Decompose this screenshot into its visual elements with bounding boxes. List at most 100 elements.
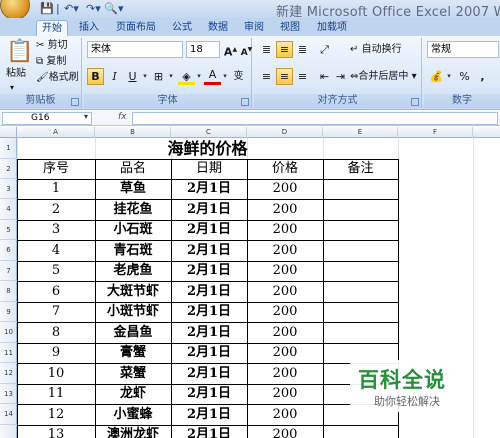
cell-date[interactable]: 2月1日 (171, 302, 247, 322)
cell-name[interactable]: 老虎鱼 (95, 261, 171, 281)
cell-index[interactable]: 10 (17, 363, 95, 384)
print-preview-icon[interactable]: 🔍 (104, 2, 118, 16)
cell-date[interactable]: 2月1日 (171, 179, 247, 199)
alignment-launcher-icon[interactable] (411, 98, 419, 106)
cell-note[interactable] (323, 199, 398, 220)
format-painter-button[interactable]: 🖌格式刷 (36, 70, 79, 86)
cell-name[interactable]: 大斑节虾 (95, 281, 171, 302)
align-bottom-icon[interactable]: ≣ (294, 41, 311, 58)
row-header-item[interactable]: 9 (0, 302, 17, 322)
align-center-icon[interactable]: ≡ (276, 68, 293, 85)
tab-page-layout[interactable]: 页面布局 (110, 20, 162, 36)
header-cell-index[interactable]: 序号 (17, 159, 95, 179)
cell-note[interactable] (323, 425, 398, 438)
tab-insert[interactable]: 插入 (74, 20, 104, 36)
currency-dropdown-icon[interactable]: ▾ (445, 68, 453, 85)
cell-name[interactable]: 龙虾 (95, 384, 171, 404)
cell-price[interactable]: 200 (247, 240, 323, 261)
cell-name[interactable]: 小石斑 (95, 220, 171, 240)
customize-toolbar-icon[interactable]: ▾ (118, 2, 124, 16)
header-cell-note[interactable]: 备注 (323, 159, 398, 179)
column-header-b[interactable]: B (95, 127, 171, 138)
align-right-icon[interactable]: ≡ (294, 68, 311, 85)
cell-index[interactable]: 7 (17, 302, 95, 322)
font-size-select[interactable]: 18 (186, 41, 220, 58)
font-name-select[interactable]: 宋体 (87, 41, 183, 58)
row-header-item[interactable]: 8 (0, 281, 17, 302)
cell-note[interactable] (323, 240, 398, 261)
align-left-icon[interactable]: ≡ (258, 68, 275, 85)
header-cell-date[interactable]: 日期 (171, 159, 247, 179)
undo-icon[interactable]: ↶▾ (64, 2, 79, 16)
cell-note[interactable] (323, 261, 398, 281)
select-all-corner[interactable] (0, 127, 17, 138)
cell-date[interactable]: 2月1日 (171, 404, 247, 425)
cell-index[interactable]: 1 (17, 179, 95, 199)
row-header-item[interactable]: 12 (0, 363, 17, 384)
bold-button[interactable]: B (87, 68, 104, 85)
number-format-select[interactable]: 常规 (427, 41, 499, 58)
cell-name[interactable]: 澳洲龙虾 (95, 425, 171, 438)
align-top-icon[interactable]: ≣ (258, 41, 275, 58)
cell-index[interactable]: 13 (17, 425, 95, 438)
sheet-title-cell[interactable]: 海鲜的价格 (17, 138, 398, 159)
percent-button[interactable]: % (456, 68, 473, 85)
row-header-item[interactable]: 4 (0, 199, 17, 220)
save-icon[interactable]: 💾 (40, 2, 54, 16)
row-header-item[interactable]: 3 (0, 179, 17, 199)
tab-data[interactable]: 数据 (204, 20, 232, 36)
cell-date[interactable]: 2月1日 (171, 240, 247, 261)
row-header-item[interactable]: 6 (0, 240, 17, 261)
cell-index[interactable]: 2 (17, 199, 95, 220)
row-header-item[interactable]: 2 (0, 159, 17, 179)
column-header-d[interactable]: D (247, 127, 323, 138)
cell-date[interactable]: 2月1日 (171, 322, 247, 343)
cell-price[interactable]: 200 (247, 281, 323, 302)
cell-note[interactable] (323, 179, 398, 199)
cell-price[interactable]: 200 (247, 199, 323, 220)
cell-name[interactable]: 草鱼 (95, 179, 171, 199)
tab-view[interactable]: 视图 (276, 20, 304, 36)
row-header-item[interactable]: 7 (0, 261, 17, 281)
redo-icon[interactable]: ↷▾ (86, 2, 101, 16)
name-box[interactable]: G16 (2, 112, 92, 125)
tab-review[interactable]: 审阅 (240, 20, 268, 36)
cell-index[interactable]: 9 (17, 343, 95, 363)
font-color-dropdown-icon[interactable]: ▾ (221, 68, 229, 85)
cell-name[interactable]: 青石斑 (95, 240, 171, 261)
fill-color-dropdown-icon[interactable]: ▾ (195, 68, 203, 85)
cell-date[interactable]: 2月1日 (171, 281, 247, 302)
cell-price[interactable]: 200 (247, 220, 323, 240)
phonetic-button[interactable]: 变 (230, 68, 247, 85)
cell-note[interactable] (323, 281, 398, 302)
cell-index[interactable]: 5 (17, 261, 95, 281)
merge-center-button[interactable]: ⇔合并后居中 ▾ (350, 69, 417, 85)
orientation-icon[interactable]: ⤢ (316, 41, 333, 58)
row-header-item[interactable]: 10 (0, 322, 17, 343)
tab-home[interactable]: 开始 (36, 20, 68, 36)
increase-indent-icon[interactable]: ⇥ (332, 68, 349, 85)
cell-date[interactable]: 2月1日 (171, 425, 247, 438)
column-header-f[interactable]: F (398, 127, 473, 138)
cell-note[interactable] (323, 220, 398, 240)
italic-button[interactable]: I (106, 68, 123, 85)
shrink-font-button[interactable]: A▼ (238, 41, 255, 58)
borders-dropdown-icon[interactable]: ▾ (167, 68, 175, 85)
cell-index[interactable]: 8 (17, 322, 95, 343)
row-header-item[interactable]: 13 (0, 384, 17, 404)
fill-color-icon[interactable]: ◈ (178, 68, 195, 85)
row-header-item[interactable]: 14 (0, 404, 17, 425)
cut-button[interactable]: ✂ 剪切 (36, 38, 68, 54)
header-cell-price[interactable]: 价格 (247, 159, 323, 179)
cell-date[interactable]: 2月1日 (171, 220, 247, 240)
cell-name[interactable]: 膏蟹 (95, 343, 171, 363)
comma-button[interactable]: , (474, 68, 491, 85)
cell-price[interactable]: 200 (247, 179, 323, 199)
grow-font-button[interactable]: A▲ (222, 41, 239, 59)
underline-dropdown-icon[interactable]: ▾ (141, 68, 149, 85)
cell-index[interactable]: 4 (17, 240, 95, 261)
cell-price[interactable]: 200 (247, 302, 323, 322)
cell-note[interactable] (323, 322, 398, 343)
cell-name[interactable]: 小斑节虾 (95, 302, 171, 322)
copy-button[interactable]: ⧉ 复制 (36, 54, 66, 70)
